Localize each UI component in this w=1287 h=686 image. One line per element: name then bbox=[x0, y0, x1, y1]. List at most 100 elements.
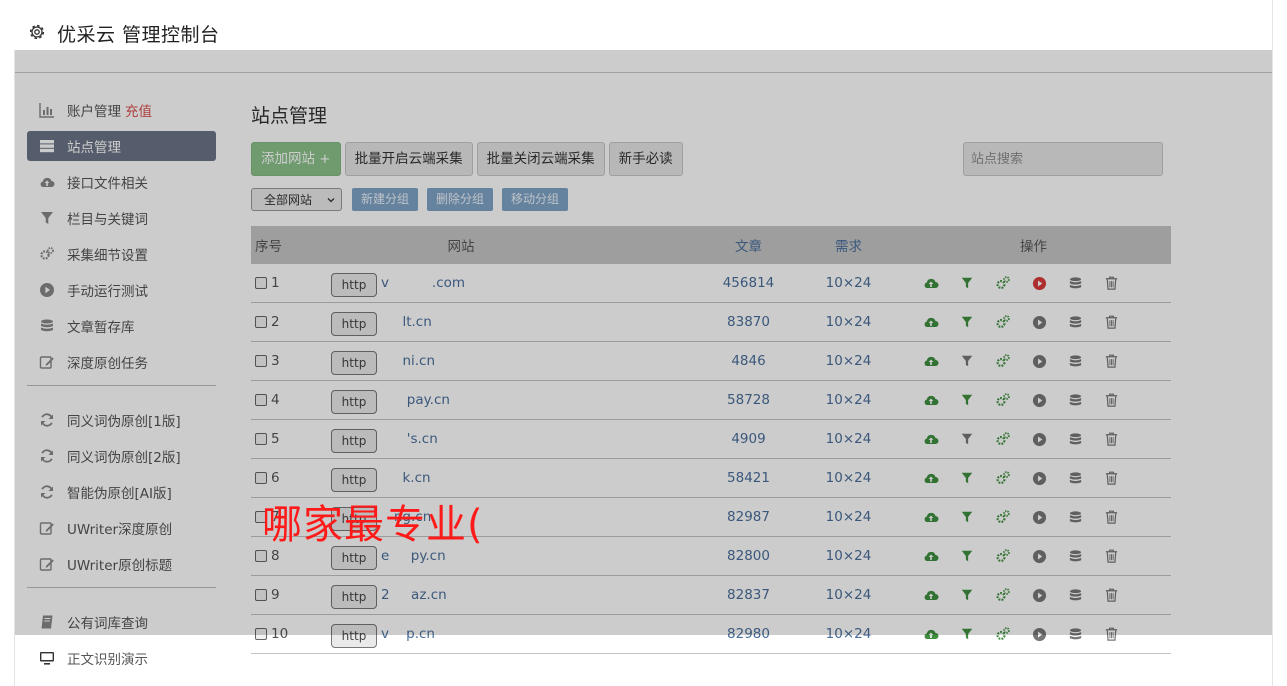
article-count[interactable]: 4909 bbox=[711, 431, 786, 447]
database-icon[interactable] bbox=[1067, 626, 1083, 642]
trash-icon[interactable] bbox=[1103, 353, 1119, 369]
sidebar-item-group1-6[interactable]: 文章暂存库 bbox=[27, 311, 216, 341]
play-circle-icon[interactable] bbox=[1031, 626, 1047, 642]
gears-icon[interactable] bbox=[995, 431, 1011, 447]
protocol-badge[interactable]: http bbox=[331, 468, 377, 492]
sidebar-item-group2-4[interactable]: UWriter原创标题 bbox=[27, 549, 216, 579]
sidebar-item-group2-3[interactable]: UWriter深度原创 bbox=[27, 513, 216, 543]
gears-icon[interactable] bbox=[995, 587, 1011, 603]
demand-value[interactable]: 10×24 bbox=[786, 353, 911, 369]
filter-icon[interactable] bbox=[959, 314, 975, 330]
play-circle-icon[interactable] bbox=[1031, 431, 1047, 447]
trash-icon[interactable] bbox=[1103, 314, 1119, 330]
add-site-button[interactable]: 添加网站 + bbox=[251, 142, 341, 176]
filter-icon[interactable] bbox=[959, 587, 975, 603]
site-domain-link[interactable]: lt.cn bbox=[381, 314, 431, 330]
trash-icon[interactable] bbox=[1103, 509, 1119, 525]
article-count[interactable]: 83870 bbox=[711, 314, 786, 330]
trash-icon[interactable] bbox=[1103, 470, 1119, 486]
sidebar-item-group1-7[interactable]: 深度原创任务 bbox=[27, 347, 216, 377]
site-domain-link[interactable]: e py.cn bbox=[381, 548, 446, 564]
demand-value[interactable]: 10×24 bbox=[786, 431, 911, 447]
protocol-badge[interactable]: http bbox=[331, 273, 377, 297]
trash-icon[interactable] bbox=[1103, 626, 1119, 642]
cloud-upload-icon[interactable] bbox=[923, 509, 939, 525]
filter-icon[interactable] bbox=[959, 353, 975, 369]
play-circle-icon[interactable] bbox=[1031, 275, 1047, 291]
cloud-upload-icon[interactable] bbox=[923, 431, 939, 447]
filter-icon[interactable] bbox=[959, 275, 975, 291]
filter-icon[interactable] bbox=[959, 626, 975, 642]
play-circle-icon[interactable] bbox=[1031, 548, 1047, 564]
sidebar-item-group1-3[interactable]: 栏目与关键词 bbox=[27, 203, 216, 233]
demand-value[interactable]: 10×24 bbox=[786, 548, 911, 564]
play-circle-icon[interactable] bbox=[1031, 314, 1047, 330]
demand-value[interactable]: 10×24 bbox=[786, 314, 911, 330]
article-count[interactable]: 58728 bbox=[711, 392, 786, 408]
site-domain-link[interactable]: v p.cn bbox=[381, 626, 435, 642]
cloud-upload-icon[interactable] bbox=[923, 314, 939, 330]
database-icon[interactable] bbox=[1067, 275, 1083, 291]
demand-value[interactable]: 10×24 bbox=[786, 470, 911, 486]
row-checkbox[interactable] bbox=[255, 589, 267, 601]
database-icon[interactable] bbox=[1067, 314, 1083, 330]
trash-icon[interactable] bbox=[1103, 431, 1119, 447]
gears-icon[interactable] bbox=[995, 509, 1011, 525]
new-group-button[interactable]: 新建分组 bbox=[352, 188, 419, 211]
filter-icon[interactable] bbox=[959, 392, 975, 408]
play-circle-icon[interactable] bbox=[1031, 470, 1047, 486]
site-domain-link[interactable]: k.cn bbox=[381, 470, 430, 486]
protocol-badge[interactable]: http bbox=[331, 351, 377, 375]
gears-icon[interactable] bbox=[995, 392, 1011, 408]
sidebar-item-group1-1[interactable]: 站点管理 bbox=[27, 131, 216, 161]
play-circle-icon[interactable] bbox=[1031, 587, 1047, 603]
move-group-button[interactable]: 移动分组 bbox=[502, 188, 569, 211]
trash-icon[interactable] bbox=[1103, 587, 1119, 603]
beginner-guide-button[interactable]: 新手必读 bbox=[608, 142, 683, 176]
article-count[interactable]: 82980 bbox=[711, 626, 786, 642]
filter-icon[interactable] bbox=[959, 431, 975, 447]
sidebar-item-group3-0[interactable]: 公有词库查询 bbox=[27, 607, 216, 637]
sidebar-item-group1-0[interactable]: 账户管理 充值 bbox=[27, 95, 216, 125]
sidebar-item-group2-1[interactable]: 同义词伪原创[2版] bbox=[27, 441, 216, 471]
sidebar-item-group1-4[interactable]: 采集细节设置 bbox=[27, 239, 216, 269]
site-domain-link[interactable]: pay.cn bbox=[381, 392, 450, 408]
trash-icon[interactable] bbox=[1103, 392, 1119, 408]
demand-value[interactable]: 10×24 bbox=[786, 275, 911, 291]
article-count[interactable]: 82837 bbox=[711, 587, 786, 603]
demand-value[interactable]: 10×24 bbox=[786, 626, 911, 642]
sidebar-item-group3-1[interactable]: 正文识别演示 bbox=[27, 643, 216, 673]
filter-icon[interactable] bbox=[959, 548, 975, 564]
recharge-link[interactable]: 充值 bbox=[125, 100, 152, 120]
site-domain-link[interactable]: v .com bbox=[381, 275, 465, 291]
gears-icon[interactable] bbox=[995, 626, 1011, 642]
row-checkbox[interactable] bbox=[255, 550, 267, 562]
database-icon[interactable] bbox=[1067, 431, 1083, 447]
protocol-badge[interactable]: http bbox=[331, 624, 377, 648]
protocol-badge[interactable]: http bbox=[331, 429, 377, 453]
batch-disable-cloud-button[interactable]: 批量关闭云端采集 bbox=[476, 142, 605, 176]
cloud-upload-icon[interactable] bbox=[923, 470, 939, 486]
gears-icon[interactable] bbox=[995, 353, 1011, 369]
row-checkbox[interactable] bbox=[255, 316, 267, 328]
row-checkbox[interactable] bbox=[255, 394, 267, 406]
article-count[interactable]: 456814 bbox=[711, 275, 786, 291]
database-icon[interactable] bbox=[1067, 509, 1083, 525]
cloud-upload-icon[interactable] bbox=[923, 392, 939, 408]
database-icon[interactable] bbox=[1067, 353, 1083, 369]
site-domain-link[interactable]: ni.cn bbox=[381, 353, 435, 369]
site-group-select[interactable]: 全部网站 bbox=[251, 188, 342, 211]
site-domain-link[interactable]: 2 az.cn bbox=[381, 587, 447, 603]
play-circle-icon[interactable] bbox=[1031, 353, 1047, 369]
cloud-upload-icon[interactable] bbox=[923, 626, 939, 642]
database-icon[interactable] bbox=[1067, 392, 1083, 408]
cloud-upload-icon[interactable] bbox=[923, 548, 939, 564]
trash-icon[interactable] bbox=[1103, 548, 1119, 564]
site-domain-link[interactable]: 's.cn bbox=[381, 431, 438, 447]
play-circle-icon[interactable] bbox=[1031, 509, 1047, 525]
demand-value[interactable]: 10×24 bbox=[786, 509, 911, 525]
database-icon[interactable] bbox=[1067, 548, 1083, 564]
row-checkbox[interactable] bbox=[255, 628, 267, 640]
trash-icon[interactable] bbox=[1103, 275, 1119, 291]
database-icon[interactable] bbox=[1067, 470, 1083, 486]
